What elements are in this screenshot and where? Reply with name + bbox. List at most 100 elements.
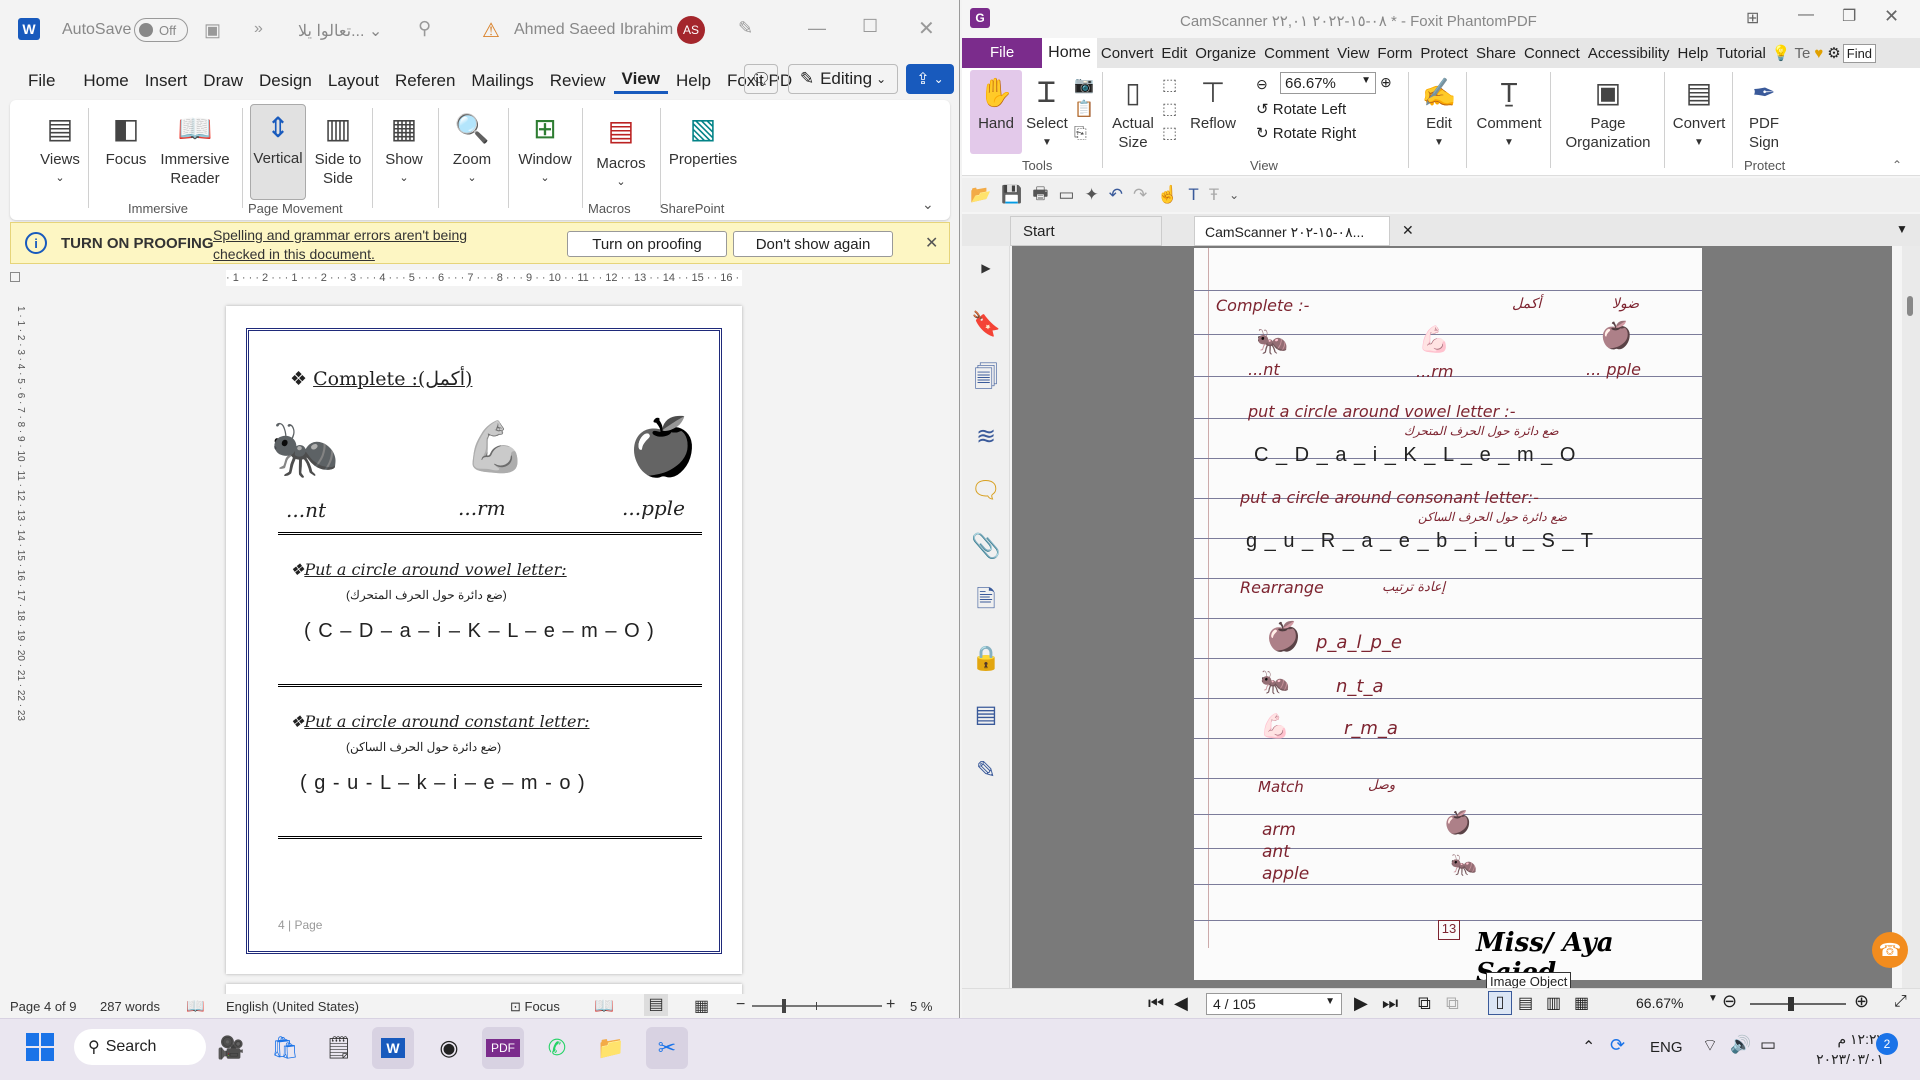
- undo-icon[interactable]: ↶: [1109, 185, 1123, 205]
- wifi-icon[interactable]: ⌔: [1702, 1035, 1718, 1056]
- menu-organize[interactable]: Organize: [1191, 45, 1260, 62]
- tab-start[interactable]: Start: [1010, 216, 1162, 246]
- show-button[interactable]: ▦ Show ⌄: [374, 106, 434, 188]
- content-icon[interactable]: ▤: [962, 696, 1010, 732]
- tab-file[interactable]: File: [20, 71, 63, 91]
- continuous-facing-icon[interactable]: ▦: [1574, 993, 1589, 1013]
- bookmark-icon[interactable]: 🔖: [962, 306, 1010, 342]
- comment-button[interactable]: Ṯ Comment ▼: [1470, 70, 1548, 152]
- menu-connect[interactable]: Connect: [1520, 45, 1584, 62]
- attachment-icon[interactable]: 📎: [962, 528, 1010, 564]
- rotate-right-button[interactable]: ↻ Rotate Right: [1256, 124, 1356, 142]
- vertical-scrollbar[interactable]: [1902, 246, 1920, 988]
- volume-icon[interactable]: 🔊: [1730, 1035, 1751, 1055]
- dont-show-again-button[interactable]: Don't show again: [733, 231, 893, 257]
- window-button[interactable]: ⊞ Window ⌄: [512, 106, 578, 188]
- menu-share[interactable]: Share: [1472, 45, 1520, 62]
- close-tab-icon[interactable]: ✕: [1402, 222, 1414, 239]
- menu-convert[interactable]: Convert: [1097, 45, 1158, 62]
- properties-button[interactable]: ▧ Properties: [664, 106, 742, 169]
- single-page-icon[interactable]: ▯: [1488, 991, 1512, 1015]
- focus-mode[interactable]: ⊡ Focus: [510, 999, 560, 1015]
- hand-tool-button[interactable]: ✋ Hand: [970, 70, 1022, 154]
- immersive-reader-button[interactable]: 📖 Immersive Reader: [154, 106, 236, 188]
- tray-chevron-icon[interactable]: ⌃: [1582, 1037, 1595, 1057]
- ruler-scale[interactable]: · 1 · · · 2 · · · 1 · · · 2 · · · 3 · · …: [226, 270, 742, 286]
- zoom-button[interactable]: 🔍 Zoom ⌄: [442, 106, 502, 188]
- edit-button[interactable]: ✍ Edit ▼: [1414, 70, 1464, 152]
- autosave-toggle[interactable]: Off: [134, 18, 188, 42]
- side-to-side-button[interactable]: ▥ Side to Side: [310, 106, 366, 188]
- zoom-dropdown-icon[interactable]: ▼: [1708, 993, 1718, 1004]
- more-commands-icon[interactable]: »: [254, 20, 263, 38]
- tab-document[interactable]: CamScanner ٠٨-١٥-٢٠٢...: [1194, 216, 1390, 246]
- tab-review[interactable]: Review: [542, 71, 614, 91]
- restore-icon[interactable]: ❐: [1842, 6, 1856, 26]
- whatsapp-icon[interactable]: ✆: [536, 1027, 578, 1069]
- macros-button[interactable]: ▤ Macros ⌄: [588, 106, 654, 192]
- banner-message-link[interactable]: Spelling and grammar errors aren't being…: [213, 226, 467, 264]
- continuous-page-icon[interactable]: ▤: [1518, 993, 1533, 1013]
- menu-file[interactable]: File: [962, 38, 1043, 68]
- lightbulb-icon[interactable]: 💡: [1770, 44, 1793, 62]
- search-icon[interactable]: ⚲: [418, 18, 431, 39]
- chrome-icon[interactable]: ◉: [428, 1027, 470, 1069]
- start-icon[interactable]: [26, 1033, 54, 1061]
- proofing-icon[interactable]: 📖: [186, 997, 205, 1015]
- rotate-left-button[interactable]: ↺ Rotate Left: [1256, 100, 1346, 118]
- typewriter-icon[interactable]: T: [1188, 185, 1198, 205]
- assistant-icon[interactable]: ☎: [1872, 932, 1908, 968]
- select-tool-button[interactable]: Ꮖ Select ▼: [1022, 70, 1072, 152]
- vertical-button[interactable]: ⇕ Vertical: [250, 104, 306, 200]
- page-number-input[interactable]: 4 / 105 ▼: [1206, 993, 1342, 1015]
- tab-mailings[interactable]: Mailings: [463, 71, 541, 91]
- editing-button[interactable]: ✎ Editing ⌄: [788, 64, 898, 94]
- web-layout-icon[interactable]: ▦: [694, 996, 709, 1016]
- read-mode-icon[interactable]: 📖: [594, 996, 614, 1016]
- actual-size-button[interactable]: ▯ Actual Size: [1106, 70, 1160, 152]
- small-tools[interactable]: 📷 📋 ⎘: [1074, 74, 1094, 146]
- next-page-icon[interactable]: ▶: [1354, 993, 1368, 1014]
- sync-icon[interactable]: ⟳: [1610, 1035, 1625, 1056]
- pages-icon[interactable]: 🗐: [962, 362, 1010, 398]
- word-count[interactable]: 287 words: [100, 999, 160, 1014]
- print-icon[interactable]: 🖶: [1032, 181, 1048, 210]
- first-page-icon[interactable]: ⏮: [1148, 993, 1164, 1014]
- comments-button[interactable]: 🗨: [744, 64, 778, 94]
- focus-button[interactable]: ◧ Focus: [98, 106, 154, 169]
- grid-icon[interactable]: ⊞: [1746, 8, 1759, 28]
- menu-view[interactable]: View: [1333, 45, 1373, 62]
- fullscreen-icon[interactable]: ⤢: [1894, 993, 1907, 1011]
- tab-selector-icon[interactable]: [10, 272, 20, 282]
- pen-icon[interactable]: ✎: [738, 18, 753, 39]
- document-page[interactable]: ❖ Complete :(أكمل) 🐜 💪 🍎 ...nt ...rm ...…: [226, 306, 742, 974]
- hand-small-icon[interactable]: ☝: [1157, 185, 1178, 205]
- store-icon[interactable]: 🛍: [264, 1027, 306, 1069]
- tab-references[interactable]: Referen: [387, 71, 463, 91]
- zoom-out-icon[interactable]: ⊖: [1256, 76, 1268, 93]
- last-page-icon[interactable]: ⏭: [1382, 993, 1398, 1014]
- new-icon[interactable]: ✦: [1084, 185, 1098, 205]
- notification-badge[interactable]: 2: [1876, 1033, 1898, 1055]
- language[interactable]: English (United States): [226, 999, 359, 1014]
- zoom-slider[interactable]: [1750, 997, 1846, 1011]
- prev-page-icon[interactable]: ◀: [1174, 993, 1188, 1014]
- zoom-in-icon[interactable]: ⊕: [1380, 74, 1392, 91]
- close-icon[interactable]: ✕: [1884, 6, 1899, 27]
- menu-protect[interactable]: Protect: [1416, 45, 1472, 62]
- input-language[interactable]: ENG: [1650, 1039, 1683, 1056]
- scanned-page[interactable]: Complete :- أكمل ضولا 🐜 💪 🍎 ...nt ...rm …: [1194, 248, 1702, 980]
- status-zoom[interactable]: 66.67%: [1636, 995, 1683, 1011]
- collapse-ribbon-icon[interactable]: ⌃: [1892, 158, 1902, 172]
- heart-icon[interactable]: ♥: [1812, 45, 1825, 62]
- turn-on-proofing-button[interactable]: Turn on proofing: [567, 231, 727, 257]
- scrollbar-thumb[interactable]: [1907, 296, 1913, 316]
- window-icon[interactable]: ▭: [1058, 185, 1074, 205]
- menu-edit[interactable]: Edit: [1157, 45, 1191, 62]
- print-layout-icon[interactable]: ▤: [644, 994, 668, 1016]
- tab-home[interactable]: Home: [75, 71, 136, 91]
- close-icon[interactable]: ✕: [918, 16, 935, 41]
- doc-title[interactable]: تعالوا يلا... ⌄: [298, 21, 382, 41]
- banner-close-icon[interactable]: ✕: [925, 233, 938, 253]
- facing-icon[interactable]: ▥: [1546, 993, 1561, 1013]
